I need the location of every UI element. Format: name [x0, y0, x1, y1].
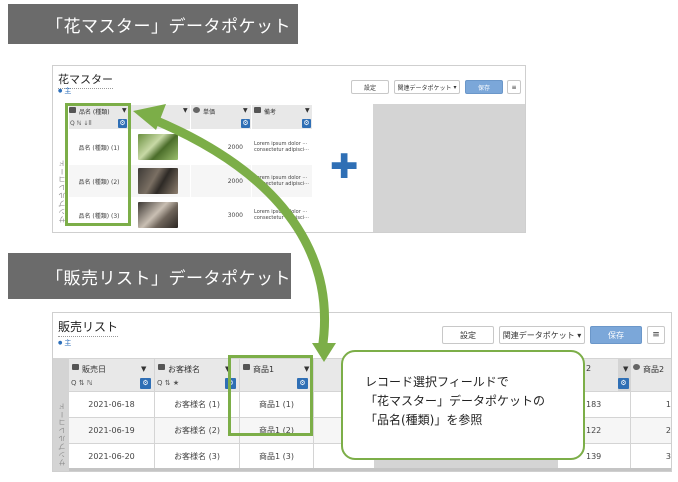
arrowhead-bottom: [312, 343, 336, 362]
arrow-shaft: [145, 113, 329, 355]
explanation-callout: レコード選択フィールドで 「花マスター」データポケットの 「品名(種類)」を参照: [341, 350, 585, 460]
